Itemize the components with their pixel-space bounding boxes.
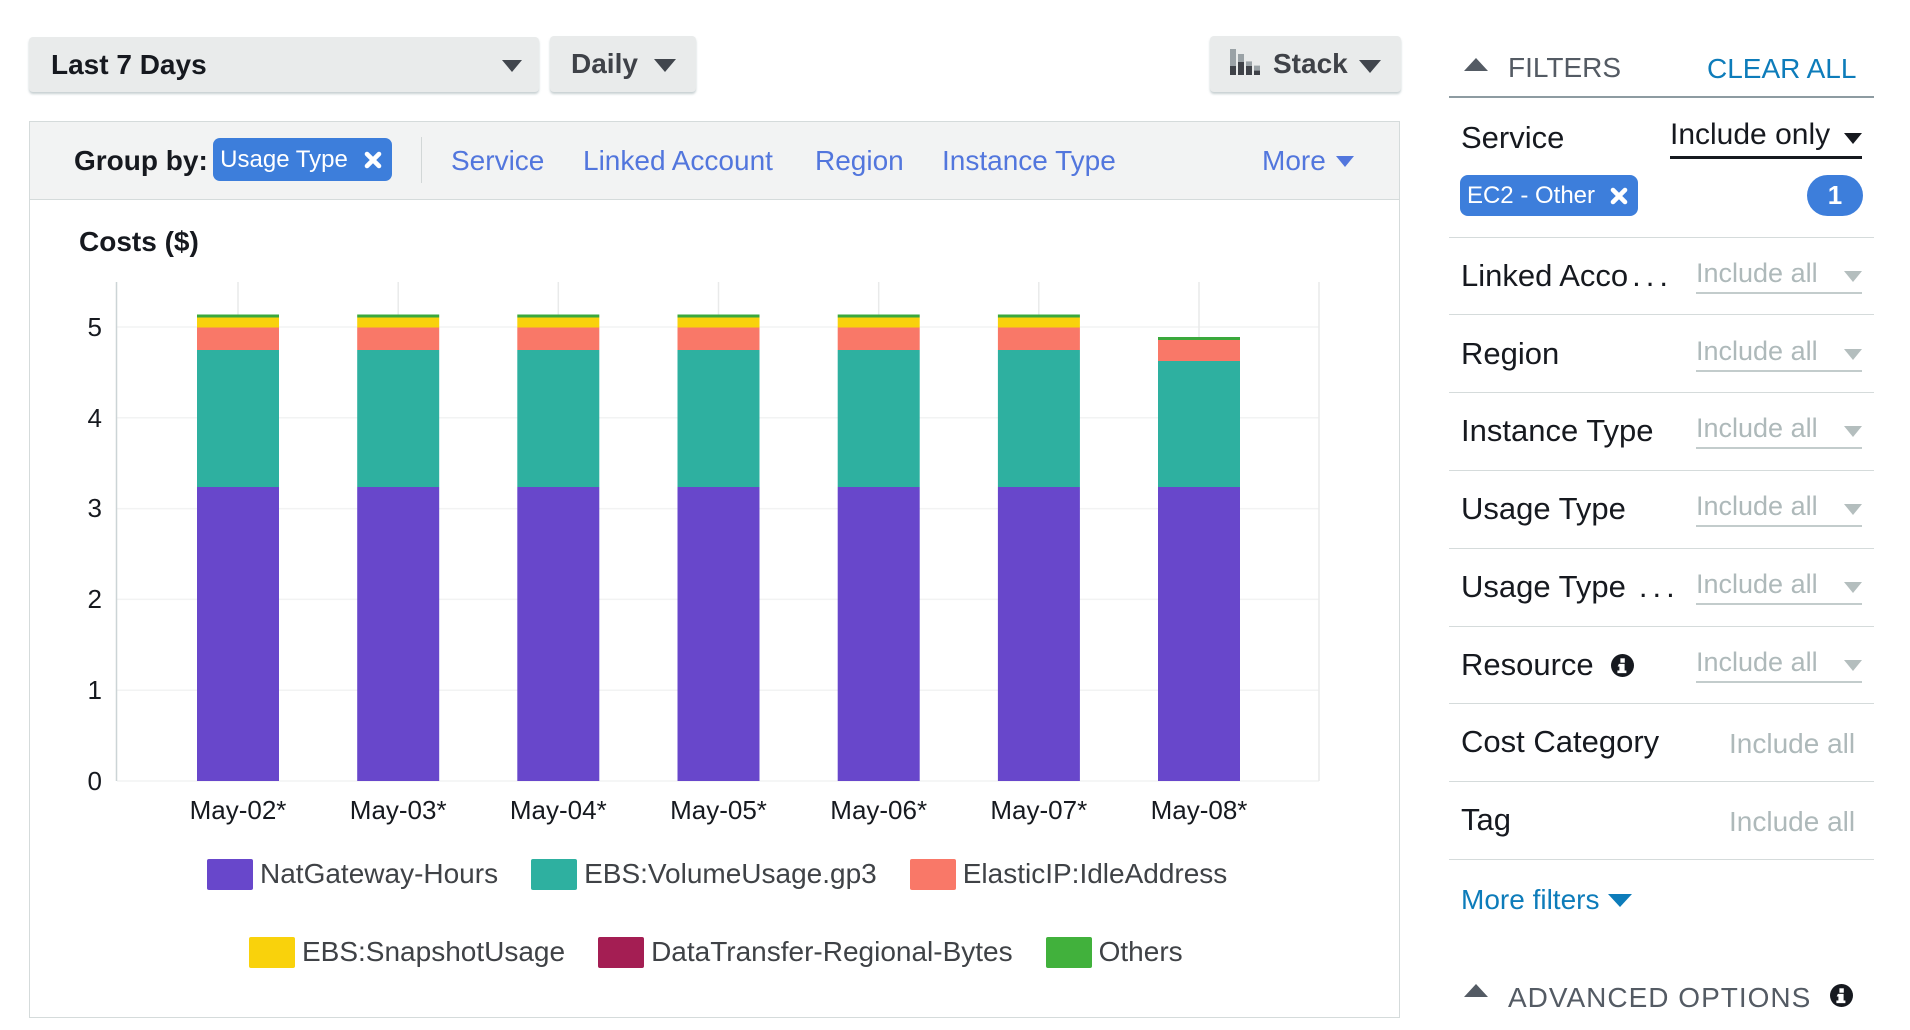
svg-text:May-08*: May-08* <box>1151 795 1248 825</box>
svg-text:May-02*: May-02* <box>190 795 287 825</box>
svg-text:2: 2 <box>88 584 102 614</box>
svg-text:May-06*: May-06* <box>830 795 927 825</box>
svg-text:May-03*: May-03* <box>350 795 447 825</box>
svg-text:5: 5 <box>88 312 102 342</box>
svg-text:May-04*: May-04* <box>510 795 607 825</box>
svg-text:4: 4 <box>88 403 102 433</box>
svg-text:May-07*: May-07* <box>990 795 1087 825</box>
svg-text:0: 0 <box>88 766 102 796</box>
svg-text:3: 3 <box>88 493 102 523</box>
svg-text:May-05*: May-05* <box>670 795 767 825</box>
svg-text:1: 1 <box>88 675 102 705</box>
